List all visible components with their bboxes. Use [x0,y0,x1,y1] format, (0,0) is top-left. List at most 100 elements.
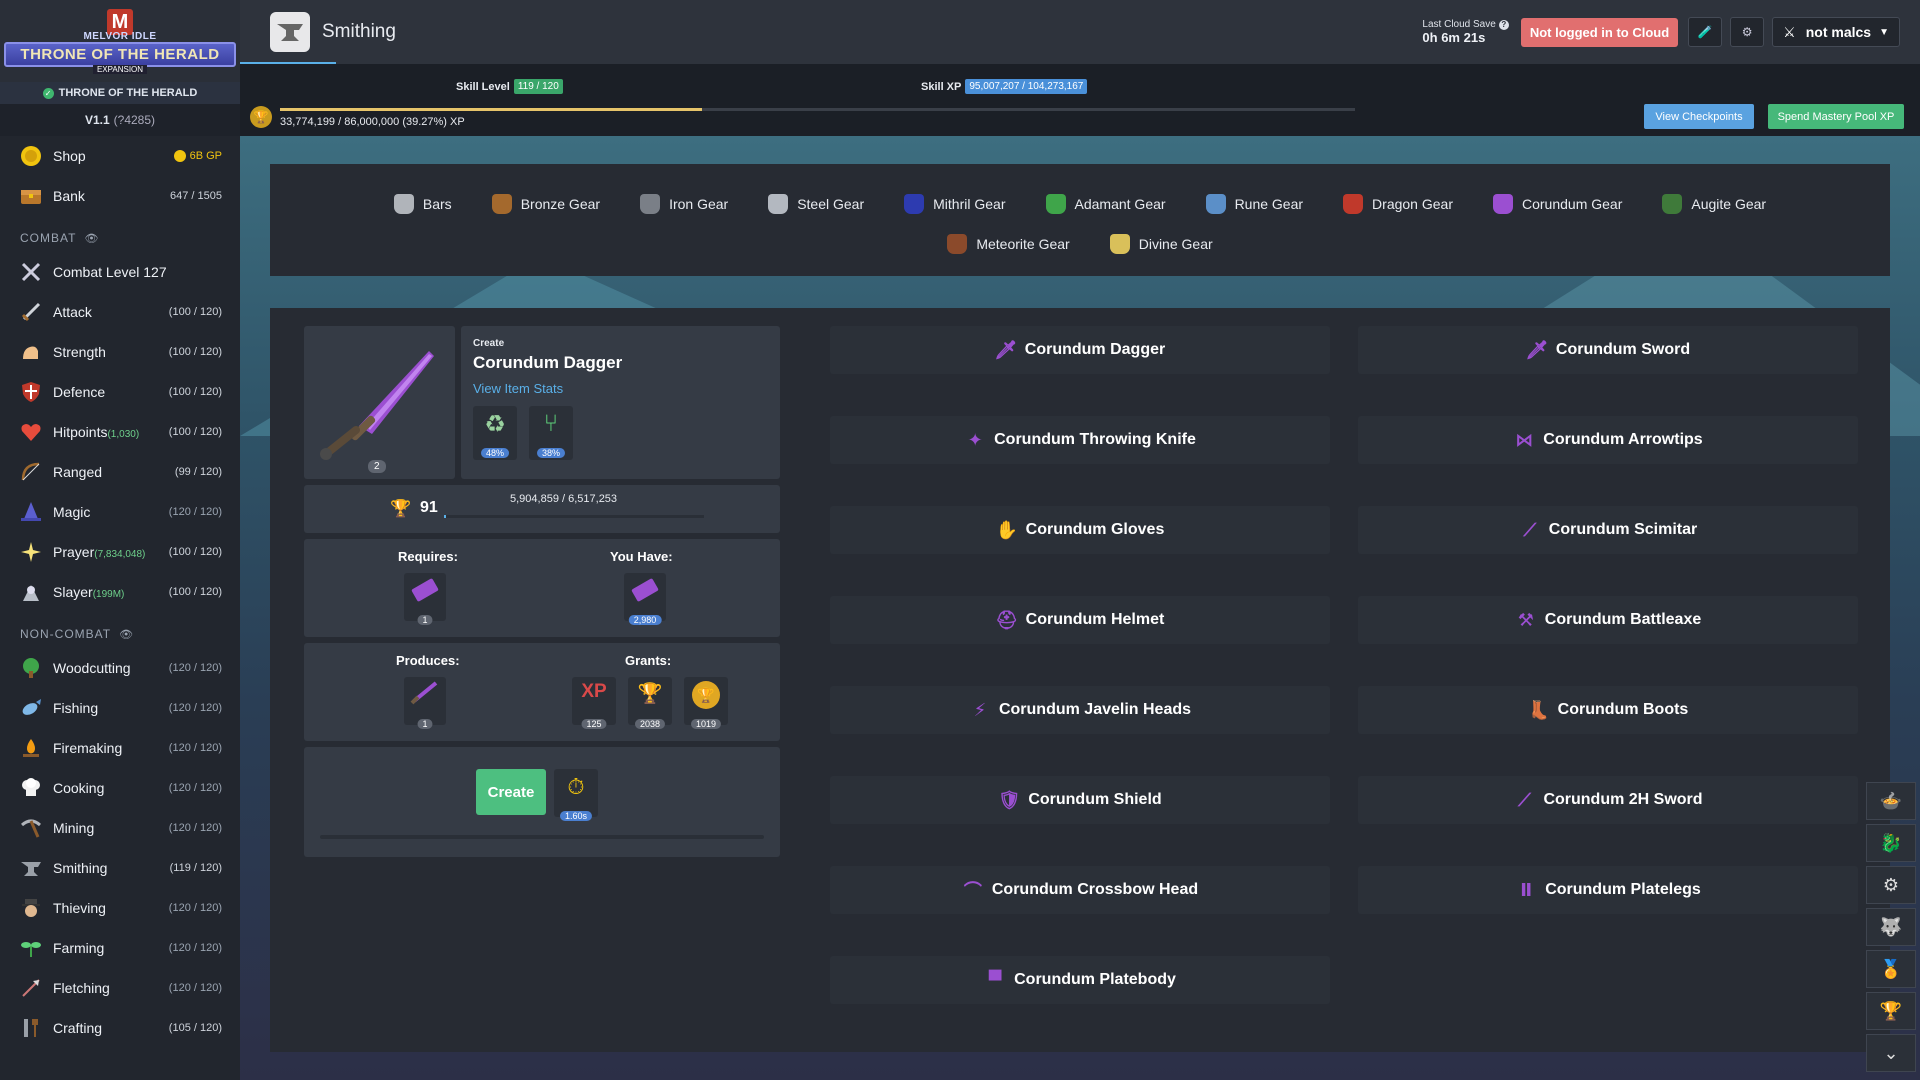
recipe-corundum-2h-sword[interactable]: ⟋ Corundum 2H Sword [1358,776,1858,824]
spend-mastery-pool-button[interactable]: Spend Mastery Pool XP [1768,104,1904,129]
recipe-corundum-sword[interactable]: 🗡 Corundum Sword [1358,326,1858,374]
sidebar-item-farming[interactable]: Farming (120 / 120) [0,928,240,968]
user-name: not malcs [1805,24,1872,40]
sidebar-item-slayer[interactable]: Slayer(199M) (100 / 120) [0,572,240,612]
sidebar-item-fletching[interactable]: Fletching (120 / 120) [0,968,240,1008]
dagger-icon: 🗡 [994,339,1018,360]
category-mithril-gear[interactable]: Mithril Gear [904,194,1006,214]
bonus-row: ♻ 48% ⑂ 38% [473,406,768,460]
sidebar-item-defence[interactable]: Defence (100 / 120) [0,372,240,412]
settings-button[interactable]: ⚙ [1866,866,1916,904]
sidebar-item-strength[interactable]: Strength (100 / 120) [0,332,240,372]
required-resource[interactable]: 1 [404,573,446,625]
tree-icon [18,655,44,681]
owned-resource[interactable]: 2,980 [624,573,666,625]
eye-icon[interactable]: 👁 [119,628,134,641]
medal-button[interactable]: 🏅 [1866,950,1916,988]
sidebar-item-cooking[interactable]: Cooking (120 / 120) [0,768,240,808]
sidebar-item-mining[interactable]: Mining (120 / 120) [0,808,240,848]
category-rune-gear[interactable]: Rune Gear [1205,194,1303,214]
grant-mastery-xp[interactable]: 🏆 2038 [628,677,672,729]
recipe-corundum-shield[interactable]: 🛡 Corundum Shield [830,776,1330,824]
required-quantity: 1 [417,615,433,625]
cloud-login-button[interactable]: Not logged in to Cloud [1520,17,1679,47]
sidebar-item-attack[interactable]: Attack (100 / 120) [0,292,240,332]
grant-xp[interactable]: XP 125 [572,677,616,729]
arrowtips-icon: ⋈ [1515,429,1534,450]
category-dragon-gear[interactable]: Dragon Gear [1343,194,1453,214]
skill-progress-bar: Skill Level 119 / 120 Skill XP 95,007,20… [240,64,1920,136]
sidebar-item-ranged[interactable]: Ranged (99 / 120) [0,452,240,492]
category-meteorite-gear[interactable]: Meteorite Gear [947,234,1070,254]
doubling-value: 38% [536,448,566,458]
recipe-corundum-boots[interactable]: 👢 Corundum Boots [1358,686,1858,734]
recipe-corundum-scimitar[interactable]: ⟋ Corundum Scimitar [1358,506,1858,554]
recipe-corundum-arrowtips[interactable]: ⋈ Corundum Arrowtips [1358,416,1858,464]
potion-button[interactable]: 🧪 [1688,17,1723,47]
recipe-corundum-crossbow-head[interactable]: ⌒ Corundum Crossbow Head [830,866,1330,914]
sidebar-item-shop[interactable]: Shop 6B GP [0,136,240,176]
view-item-stats-link[interactable]: View Item Stats [473,381,768,396]
produced-item[interactable]: 1 [404,677,446,729]
helmet-icon [1662,194,1683,214]
category-corundum-gear[interactable]: Corundum Gear [1492,194,1622,214]
help-icon[interactable]: ? [1498,19,1509,30]
helmet-icon [1343,194,1364,214]
sidebar-item-label: Fishing [53,700,99,716]
sidebar-item-combat-level[interactable]: Combat Level 127 [0,252,240,292]
combat-section-header[interactable]: COMBAT 👁 [0,216,240,252]
sidebar-item-hitpoints[interactable]: Hitpoints(1,030) (100 / 120) [0,412,240,452]
recipe-corundum-dagger[interactable]: 🗡 Corundum Dagger [830,326,1330,374]
category-bronze-gear[interactable]: Bronze Gear [491,194,600,214]
sidebar-item-smithing[interactable]: Smithing (119 / 120) [0,848,240,888]
category-label: Bars [422,196,452,212]
view-checkpoints-button[interactable]: View Checkpoints [1644,104,1754,129]
recipe-corundum-throwing-knife[interactable]: ✦ Corundum Throwing Knife [830,416,1330,464]
grant-pool-xp[interactable]: 🏆 1019 [684,677,728,729]
recipe-corundum-battleaxe[interactable]: ⚒ Corundum Battleaxe [1358,596,1858,644]
recipe-corundum-platebody[interactable]: ▀ Corundum Platebody [830,956,1330,1004]
version-row: V1.1 (?4285) [0,104,240,136]
eye-icon[interactable]: 👁 [84,232,99,245]
sidebar-item-magic[interactable]: Magic (120 / 120) [0,492,240,532]
recipe-corundum-platelegs[interactable]: Ⅱ Corundum Platelegs [1358,866,1858,914]
category-augite-gear[interactable]: Augite Gear [1662,194,1766,214]
recipe-corundum-javelin-heads[interactable]: ⚡ Corundum Javelin Heads [830,686,1330,734]
sidebar-item-fishing[interactable]: Fishing (120 / 120) [0,688,240,728]
category-divine-gear[interactable]: Divine Gear [1109,234,1213,254]
pet-button[interactable]: 🐉 [1866,824,1916,862]
recipe-corundum-gloves[interactable]: ✋ Corundum Gloves [830,506,1330,554]
sidebar-item-crafting[interactable]: Crafting (105 / 120) [0,1008,240,1048]
mastery-pool-fill [280,108,703,111]
user-menu-button[interactable]: ⚔ not malcs ▼ [1772,17,1900,47]
sidebar-item-prayer[interactable]: Prayer(7,834,048) (100 / 120) [0,532,240,572]
recipe-corundum-helmet[interactable]: ⛑ Corundum Helmet [830,596,1330,644]
sidebar-item-thieving[interactable]: Thieving (120 / 120) [0,888,240,928]
wolf-button[interactable]: 🐺 [1866,908,1916,946]
pet-icon: 🐉 [1879,832,1903,853]
preservation-bonus[interactable]: ♻ 48% [473,406,517,460]
noncombat-section-header[interactable]: NON-COMBAT 👁 [0,612,240,648]
collapse-button[interactable]: ⌄ [1866,1034,1916,1072]
settings-button[interactable]: ⚙ [1730,17,1765,47]
grant-pool-value: 1019 [690,719,722,729]
smithing-content: 2 Create Corundum Dagger View Item Stats… [270,308,1890,1052]
doubling-bonus[interactable]: ⑂ 38% [529,406,573,460]
category-bars[interactable]: Bars [393,194,452,214]
category-label: Dragon Gear [1372,196,1453,212]
sidebar-item-firemaking[interactable]: Firemaking (120 / 120) [0,728,240,768]
corundum-dagger-icon [410,681,438,705]
category-adamant-gear[interactable]: Adamant Gear [1045,194,1166,214]
skill-level: (120 / 120) [168,982,222,994]
trophy-button[interactable]: 🏆 [1866,992,1916,1030]
game-logo[interactable]: M MELVOR IDLE THRONE OF THE HERALD EXPAN… [0,0,240,82]
create-button[interactable]: Create [476,769,546,815]
skill-level: (120 / 120) [168,702,222,714]
category-iron-gear[interactable]: Iron Gear [640,194,728,214]
sidebar-item-bank[interactable]: Bank 647 / 1505 [0,176,240,216]
cooking-pot-button[interactable]: 🍲 [1866,782,1916,820]
arrow-icon [18,975,44,1001]
trophy-icon: 🏆 [637,683,663,705]
sidebar-item-woodcutting[interactable]: Woodcutting (120 / 120) [0,648,240,688]
category-steel-gear[interactable]: Steel Gear [768,194,864,214]
